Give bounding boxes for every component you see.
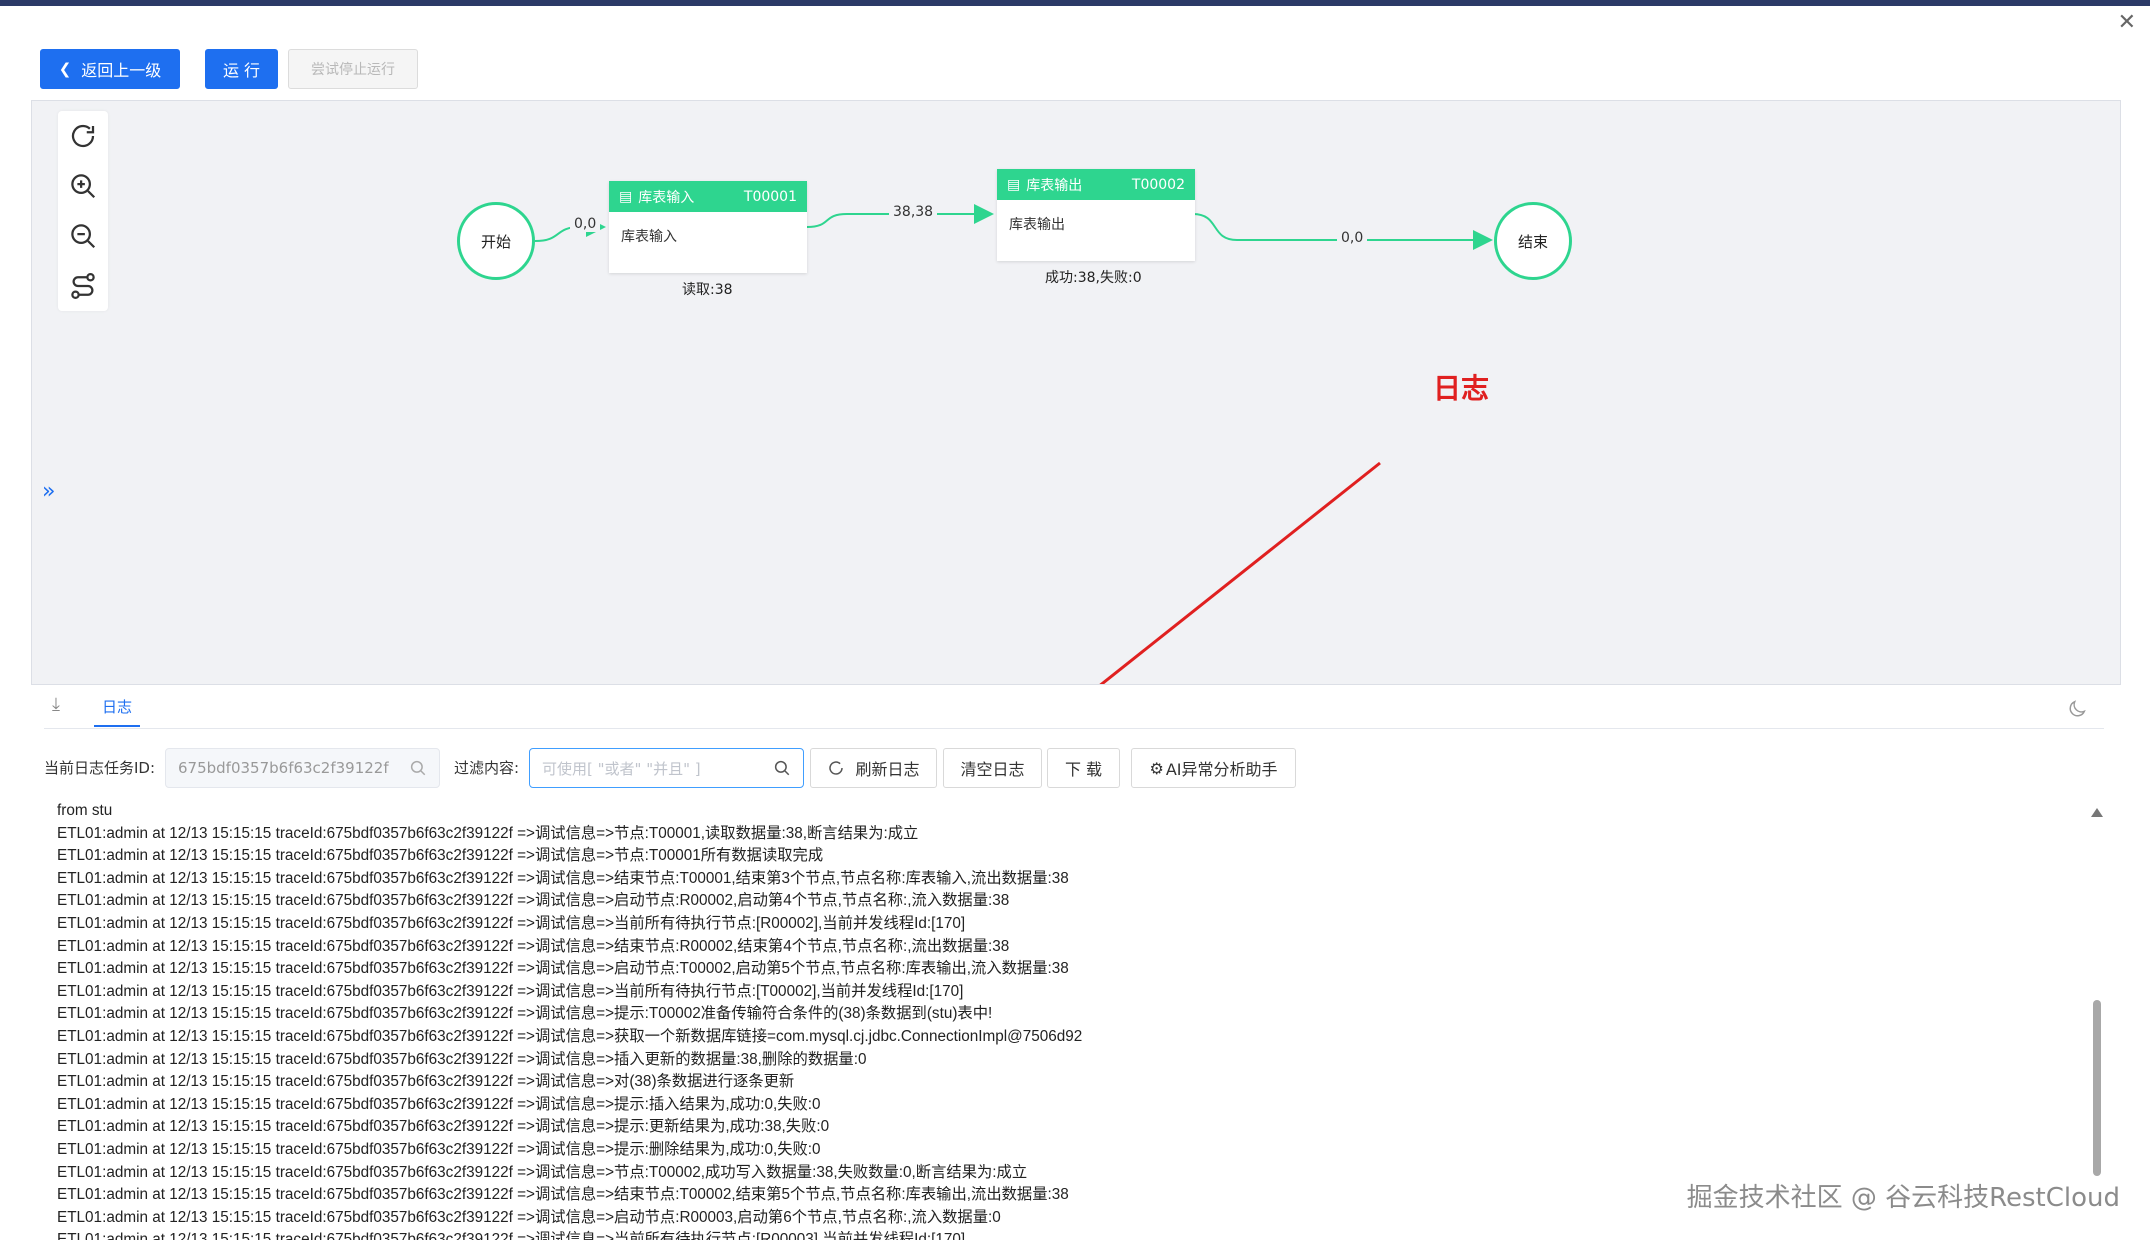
log-line: ETL01:admin at 12/13 15:15:15 traceId:67… [57,937,1010,955]
stop-run-button-label: 尝试停止运行 [311,62,395,78]
search-icon [410,760,426,776]
log-line: ETL01:admin at 12/13 15:15:15 traceId:67… [57,960,1069,978]
log-line: from stu [57,802,113,819]
download-button[interactable]: 下 载 [1047,748,1120,788]
tab-log[interactable]: 日志 [94,696,140,727]
ai-analysis-label: AI异常分析助手 [1165,760,1278,779]
run-button[interactable]: 运 行 [205,49,278,89]
log-tab-bar: ⤓ 日志 [44,690,2104,729]
clear-log-button[interactable]: 清空日志 [943,748,1042,788]
ai-analysis-button[interactable]: ⚙ AI异常分析助手 [1131,748,1296,788]
back-button[interactable]: ❮ 返回上一级 [40,49,180,89]
log-line: ETL01:admin at 12/13 15:15:15 traceId:67… [57,914,966,932]
end-node[interactable]: 结束 [1494,202,1572,280]
scroll-up-icon[interactable] [2091,808,2103,817]
refresh-log-button[interactable]: 刷新日志 [810,748,937,788]
log-panel[interactable]: from stu ETL01:admin at 12/13 15:15:15 tr… [44,800,2104,1240]
edge-label-end: 0,0 [1337,230,1368,246]
watermark: 掘金技术社区 @ 谷云科技RestCloud [1686,1183,2120,1213]
scrollbar-thumb[interactable] [2093,1000,2101,1176]
log-line: ETL01:admin at 12/13 15:15:15 traceId:67… [57,824,919,842]
log-line: ETL01:admin at 12/13 15:15:15 traceId:67… [57,1118,830,1136]
node-title: 库表输入 [638,189,695,206]
log-line: ETL01:admin at 12/13 15:15:15 traceId:67… [57,1231,966,1240]
log-lines: from stu ETL01:admin at 12/13 15:15:15 tr… [44,800,2104,1240]
log-scrollbar[interactable] [2090,800,2104,1240]
back-button-label: 返回上一级 [81,61,162,80]
edge-label-start: 0,0 [570,216,601,232]
end-node-label: 结束 [1517,232,1548,251]
table-doc-icon: ▤ [1007,176,1021,193]
node-body: 库表输入 [621,229,677,245]
start-node-label: 开始 [480,232,511,251]
moon-icon[interactable] [2066,698,2088,720]
chevron-left-icon: ❮ [58,60,72,78]
node-header: ▤ 库表输出 T00002 [997,169,1195,200]
task-id-value: 675bdf0357b6f63c2f39122f [178,759,389,777]
filter-content-label: 过滤内容: [454,759,520,777]
annotation-label: 日志 [1433,372,1490,405]
start-node[interactable]: 开始 [457,202,535,280]
node-code: T00002 [1131,176,1185,193]
clear-log-label: 清空日志 [960,760,1025,779]
node-stat-input: 读取:38 [682,282,733,298]
filter-content-input[interactable]: 可使用[ "或者" "并且" ] [529,748,804,788]
task-id-field[interactable]: 675bdf0357b6f63c2f39122f [165,748,440,788]
stop-run-button[interactable]: 尝试停止运行 [288,49,418,89]
log-line: ETL01:admin at 12/13 15:15:15 traceId:67… [57,1140,821,1158]
refresh-log-label: 刷新日志 [855,760,920,779]
node-code: T00001 [743,188,797,205]
flow-canvas[interactable]: » 0,0 38,38 0,0 开始 ▤ 库表输入 T00001 库表输入 读取… [31,100,2121,685]
log-line: ETL01:admin at 12/13 15:15:15 traceId:67… [57,1050,867,1068]
node-title: 库表输出 [1026,177,1083,194]
flow-node-table-input[interactable]: ▤ 库表输入 T00001 库表输入 [609,181,807,273]
search-icon[interactable] [773,759,791,777]
table-doc-icon: ▤ [619,188,633,205]
log-line: ETL01:admin at 12/13 15:15:15 traceId:67… [57,1005,993,1023]
download-label: 下 载 [1064,760,1103,779]
node-header: ▤ 库表输入 T00001 [609,181,807,212]
edge-label-middle: 38,38 [889,204,938,220]
node-stat-output: 成功:38,失败:0 [1045,270,1142,286]
log-line: ETL01:admin at 12/13 15:15:15 traceId:67… [57,847,824,865]
task-id-label: 当前日志任务ID: [44,759,156,777]
log-line: ETL01:admin at 12/13 15:15:15 traceId:67… [57,869,1069,887]
refresh-icon [829,761,844,775]
window-top-bar [0,0,2150,6]
flow-node-table-output[interactable]: ▤ 库表输出 T00002 库表输出 [997,169,1195,261]
node-body: 库表输出 [1009,217,1065,233]
log-line: ETL01:admin at 12/13 15:15:15 traceId:67… [57,892,1010,910]
close-icon[interactable]: ✕ [2118,10,2136,35]
filter-content-placeholder: 可使用[ "或者" "并且" ] [542,759,701,778]
log-line: ETL01:admin at 12/13 15:15:15 traceId:67… [57,1073,795,1091]
log-line: ETL01:admin at 12/13 15:15:15 traceId:67… [57,1027,1083,1045]
log-line: ETL01:admin at 12/13 15:15:15 traceId:67… [57,1095,821,1113]
gear-icon: ⚙ [1149,758,1164,778]
pin-icon[interactable]: ⤓ [52,694,60,715]
annotation-arrow [1099,461,1381,684]
run-button-label: 运 行 [222,61,261,80]
log-line: ETL01:admin at 12/13 15:15:15 traceId:67… [57,982,964,1000]
